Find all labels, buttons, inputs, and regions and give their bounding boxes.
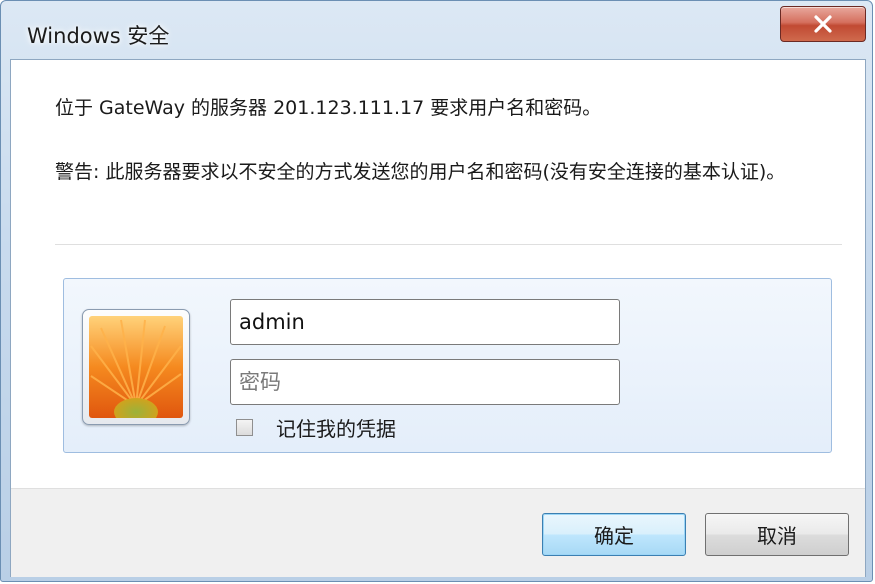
- remember-credentials-checkbox[interactable]: [236, 419, 253, 436]
- server-prompt-text: 位于 GateWay 的服务器 201.123.111.17 要求用户名和密码。: [55, 97, 602, 119]
- security-dialog-window: Windows 安全 位于 GateWay 的服务器 201.123.111.1…: [0, 0, 873, 582]
- dialog-content: 位于 GateWay 的服务器 201.123.111.17 要求用户名和密码。…: [10, 59, 866, 577]
- button-bar: 确定 取消: [11, 488, 865, 577]
- ok-button[interactable]: 确定: [542, 513, 686, 556]
- dialog-title: Windows 安全: [27, 24, 170, 48]
- security-warning-text: 警告: 此服务器要求以不安全的方式发送您的用户名和密码(没有安全连接的基本认证)…: [55, 161, 786, 183]
- credential-panel: 记住我的凭据: [63, 278, 832, 453]
- flower-avatar-icon: [89, 316, 183, 418]
- remember-credentials-label[interactable]: 记住我的凭据: [276, 413, 396, 442]
- cancel-button[interactable]: 取消: [705, 513, 849, 556]
- username-input[interactable]: [230, 299, 620, 345]
- password-input[interactable]: [230, 359, 620, 405]
- close-button[interactable]: [780, 6, 866, 42]
- divider: [55, 244, 842, 245]
- close-icon: [814, 15, 832, 33]
- user-avatar: [82, 309, 190, 425]
